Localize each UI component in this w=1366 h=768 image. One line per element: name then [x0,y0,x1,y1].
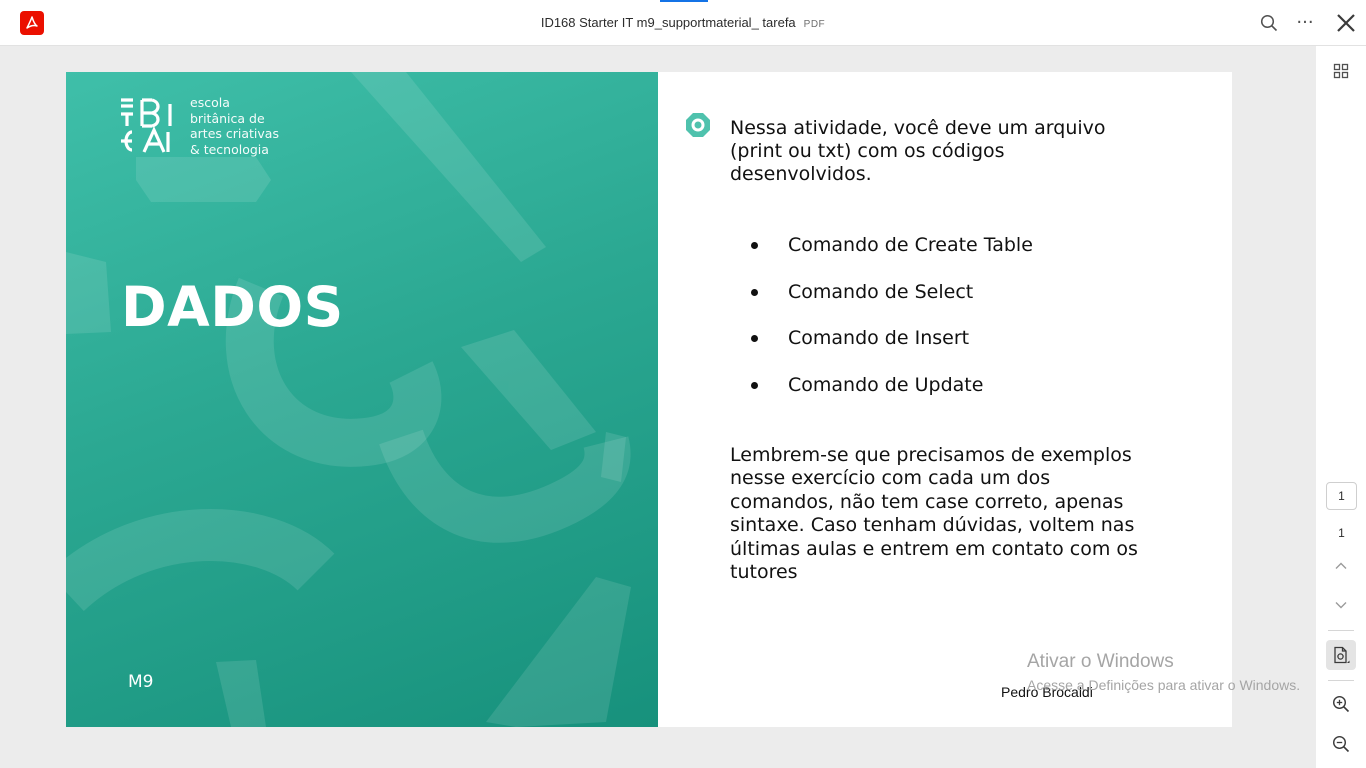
cover-decorative-shapes [66,72,631,727]
top-toolbar: ID168 Starter IT m9_supportmaterial_ tar… [0,0,1366,46]
school-name-line: britânica de [190,110,265,126]
close-icon [1337,14,1355,32]
windows-activation-title: Ativar o Windows [1027,651,1174,672]
target-bullet-icon [686,113,710,137]
zoom-out-button[interactable] [1326,729,1356,759]
document-title-text: ID168 Starter IT m9_supportmaterial_ tar… [540,15,796,30]
module-label: M9 [128,672,154,692]
school-logo [116,96,178,160]
zoom-in-icon [1332,695,1350,713]
list-item: Comando de Select [748,279,1033,326]
zoom-in-button[interactable] [1326,689,1356,719]
thumbnails-icon [1333,63,1349,79]
convert-pdf-button[interactable] [1326,640,1356,670]
search-icon [1260,14,1278,32]
list-item: Comando de Create Table [748,232,1033,279]
more-icon: ··· [1296,12,1314,33]
chevron-up-icon [1335,562,1347,569]
school-name-line: & tecnologia [190,141,269,157]
document-title: ID168 Starter IT m9_supportmaterial_ tar… [0,15,1366,30]
school-name: escola britânica de artes criativas & te… [190,95,279,157]
school-name-line: artes criativas [190,126,279,141]
thumbnails-button[interactable] [1326,56,1356,86]
chevron-down-icon [1335,602,1347,609]
pdf-page: escola britânica de artes criativas & te… [66,72,1232,727]
convert-pdf-icon [1334,646,1350,664]
windows-activation-subtitle: Acesse a Definições para ativar o Window… [1027,677,1301,693]
file-type-badge: PDF [803,19,826,30]
school-name-line: escola [190,95,230,110]
slide-title: DADOS [121,275,344,339]
total-pages: 1 [1338,526,1345,540]
more-options-button[interactable]: ··· [1291,9,1319,37]
close-button[interactable] [1332,9,1360,37]
list-item: Comando de Insert [748,325,1033,372]
activity-intro-text: Nessa atividade, você deve um arquivo (p… [730,117,1106,185]
command-list: Comando de Create Table Comando de Selec… [748,232,1033,418]
slide-content-panel: Nessa atividade, você deve um arquivo (p… [658,72,1232,727]
slide-cover-panel: escola britânica de artes criativas & te… [66,72,658,727]
rail-divider [1328,680,1354,681]
next-page-button[interactable] [1326,590,1356,620]
current-page-input[interactable]: 1 [1326,482,1357,510]
closing-paragraph: Lembrem-se que precisamos de exemplos ne… [730,444,1138,584]
loading-progress-indicator [660,0,708,2]
previous-page-button[interactable] [1326,551,1356,581]
rail-divider [1328,630,1354,631]
search-button[interactable] [1255,9,1283,37]
right-tool-rail: 1 1 [1316,46,1366,768]
zoom-out-icon [1332,735,1350,753]
list-item: Comando de Update [748,372,1033,419]
